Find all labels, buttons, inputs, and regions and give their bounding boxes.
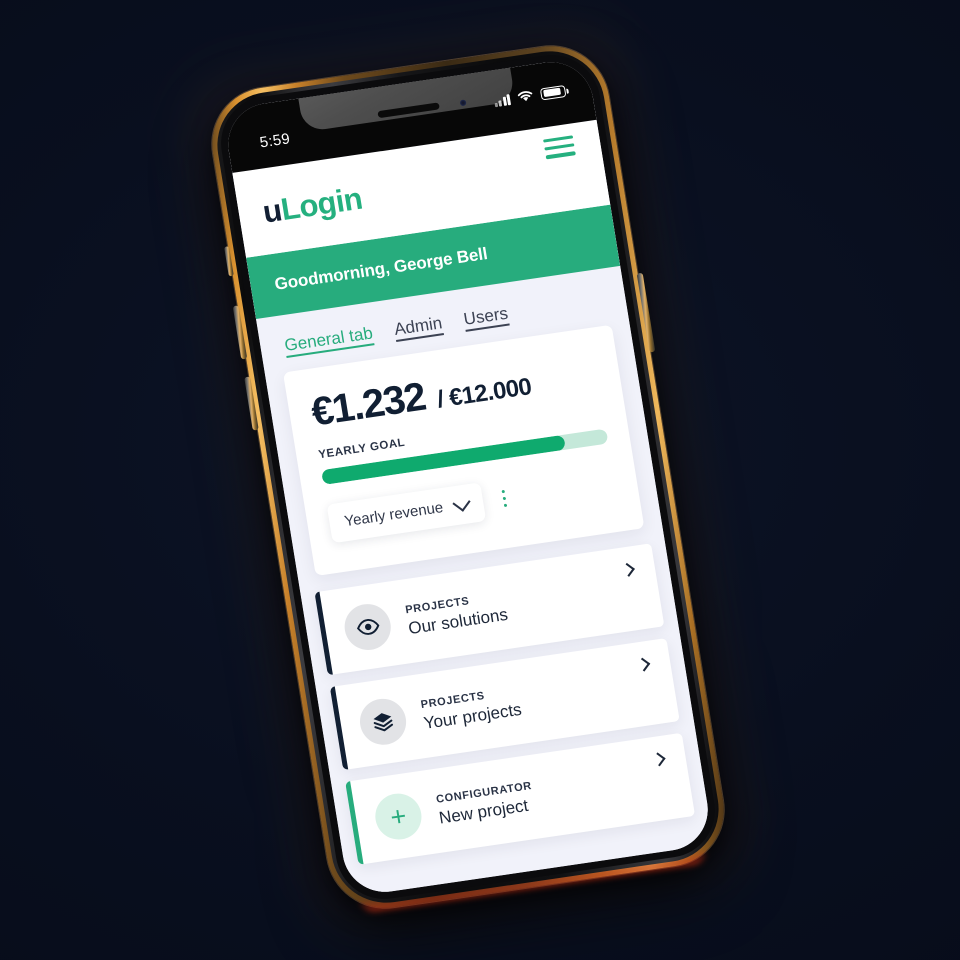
kebab-menu-icon[interactable] — [496, 485, 511, 511]
scene: 5:59 uLogin Goodmorning, George Bell Gen… — [0, 0, 960, 960]
wifi-icon — [517, 91, 533, 102]
amount-current: €1.232 — [308, 374, 429, 435]
greeting-text: Goodmorning, George Bell — [273, 244, 489, 294]
list-item-text: CONFIGURATOR New project — [435, 764, 642, 828]
logo-suffix: Login — [278, 180, 365, 227]
yearly-goal-card: €1.232 / €12.000 YEARLY GOAL Yearly reve… — [282, 324, 645, 576]
signal-bars-icon — [493, 93, 512, 108]
chevron-right-icon — [636, 657, 651, 672]
chevron-down-icon — [451, 493, 471, 512]
tab-admin[interactable]: Admin — [393, 313, 444, 340]
nav-card-list: PROJECTS Our solutions PROJECTS Your pro… — [301, 541, 709, 867]
chevron-right-icon — [651, 752, 666, 767]
layers-icon — [356, 695, 410, 748]
list-item-text: PROJECTS Your projects — [420, 669, 627, 733]
plus-glyph: + — [388, 800, 409, 833]
battery-icon — [539, 84, 567, 101]
metric-select-value: Yearly revenue — [343, 499, 445, 531]
metric-select[interactable]: Yearly revenue — [326, 482, 486, 544]
hamburger-menu-icon[interactable] — [543, 135, 576, 159]
tab-users[interactable]: Users — [462, 304, 509, 330]
eye-icon — [341, 601, 395, 654]
amount-target: / €12.000 — [435, 373, 534, 414]
status-time: 5:59 — [258, 130, 292, 152]
chevron-right-icon — [620, 562, 635, 577]
phone-mockup: 5:59 uLogin Goodmorning, George Bell Gen… — [174, 12, 762, 942]
list-item-text: PROJECTS Our solutions — [404, 575, 611, 639]
plus-icon: + — [371, 790, 425, 843]
app-logo: uLogin — [260, 181, 364, 231]
tab-general[interactable]: General tab — [283, 323, 374, 356]
